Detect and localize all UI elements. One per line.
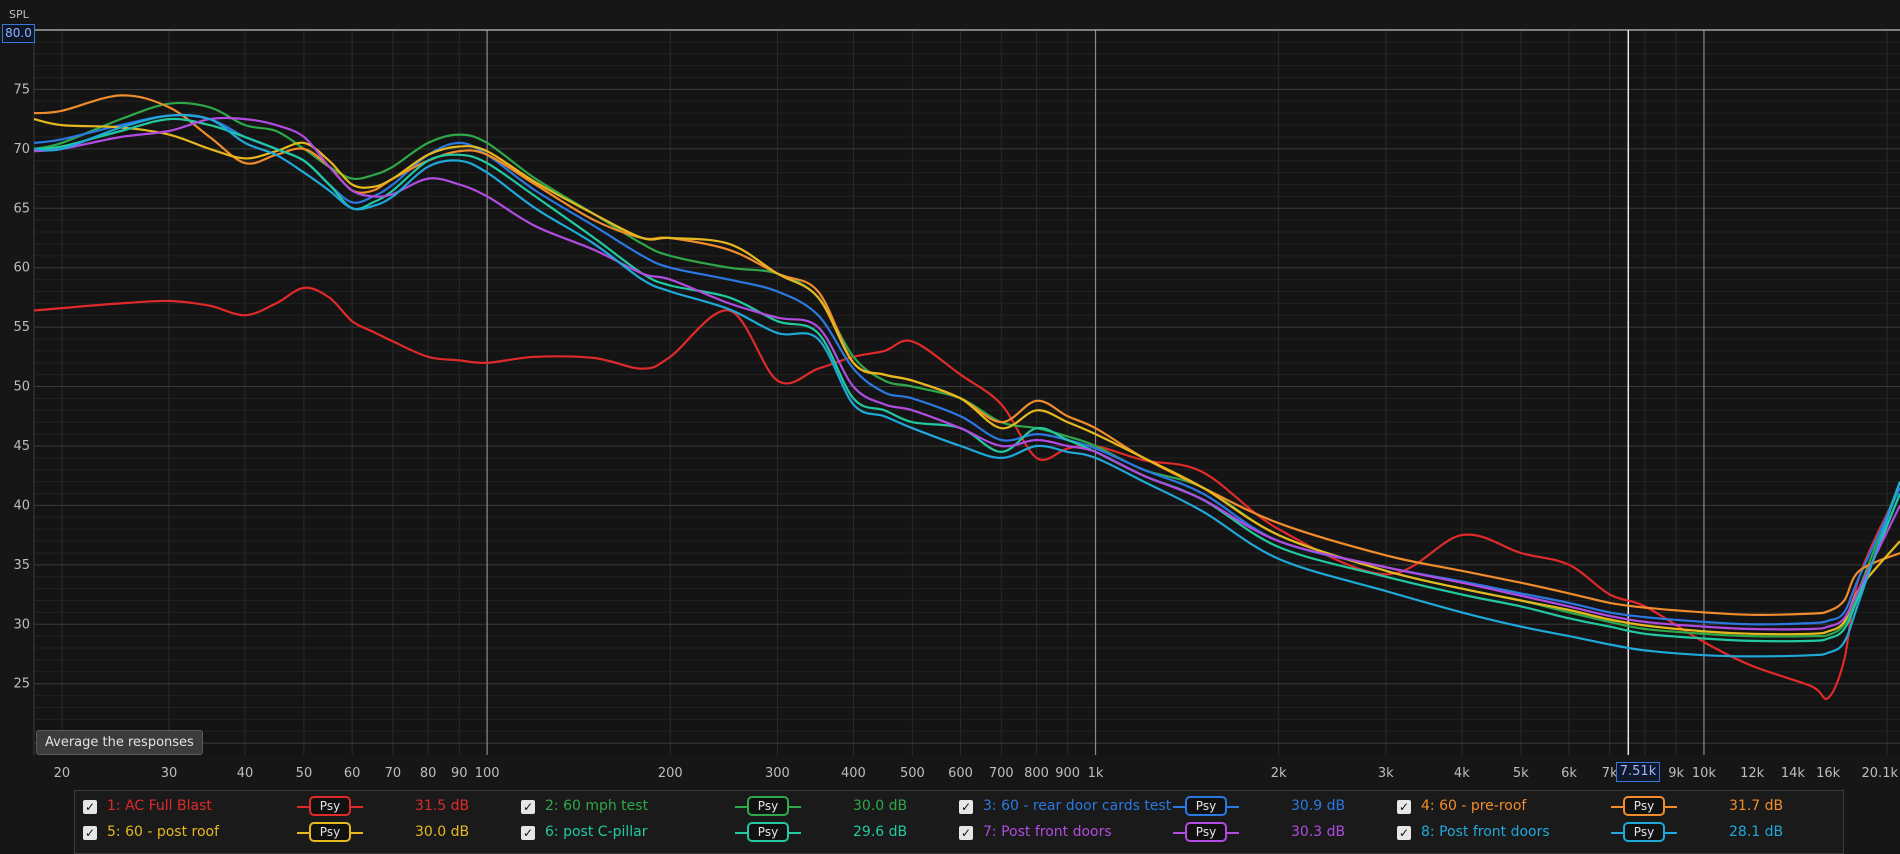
x-tick-label: 90	[451, 766, 468, 781]
legend-series-name[interactable]: 3: 60 - rear door cards test	[983, 798, 1171, 814]
legend-checkbox-1[interactable]: ✓	[83, 800, 97, 814]
legend-series-name[interactable]: 2: 60 mph test	[545, 798, 648, 814]
x-tick-label: 50	[296, 766, 313, 781]
legend-checkbox-8[interactable]: ✓	[1397, 826, 1411, 840]
x-tick-label: 6k	[1561, 766, 1577, 781]
psy-smoothing-button[interactable]: Psy	[747, 796, 789, 816]
x-tick-label: 5k	[1513, 766, 1529, 781]
legend-db-value: 31.5 dB	[415, 798, 470, 814]
legend-entry-7: ✓ 7: Post front doors Psy 30.3 dB	[951, 821, 1389, 845]
x-tick-label: 14k	[1781, 766, 1806, 781]
legend-entry-5: ✓ 5: 60 - post roof Psy 30.0 dB	[75, 821, 513, 845]
y-tick-label: 30	[13, 617, 30, 632]
x-tick-label: 9k	[1668, 766, 1684, 781]
frequency-response-chart[interactable]: 25 30 35 40 45 50 55 60 65 70 75 20 30 40 50 60 70 80 90 10…	[0, 0, 1900, 790]
psy-smoothing-button[interactable]: Psy	[1185, 796, 1227, 816]
legend-series-name[interactable]: 5: 60 - post roof	[107, 824, 219, 840]
x-tick-label: 200	[658, 766, 683, 781]
y-tick-label: 25	[13, 677, 30, 692]
legend-series-name[interactable]: 4: 60 - pre-roof	[1421, 798, 1526, 814]
legend-line-swatch-right	[349, 806, 363, 808]
x-tick-label: 16k	[1816, 766, 1841, 781]
legend-line-swatch-right	[349, 832, 363, 834]
y-tick-label: 65	[13, 201, 30, 216]
x-tick-label: 600	[948, 766, 973, 781]
legend-series-name[interactable]: 7: Post front doors	[983, 824, 1112, 840]
x-tick-label: 1k	[1088, 766, 1104, 781]
y-tick-label: 45	[13, 439, 30, 454]
legend-line-swatch-right	[787, 806, 801, 808]
y-tick-label: 75	[13, 82, 30, 97]
x-tick-label: 10k	[1692, 766, 1717, 781]
y-tick-label: 60	[13, 261, 30, 276]
y-tick-label: 50	[13, 380, 30, 395]
legend-line-swatch-right	[787, 832, 801, 834]
legend-db-value: 28.1 dB	[1729, 824, 1784, 840]
y-axis-max-input[interactable]: 80.0	[2, 24, 35, 43]
psy-smoothing-button[interactable]: Psy	[1185, 822, 1227, 842]
legend-checkbox-3[interactable]: ✓	[959, 800, 973, 814]
psy-smoothing-button[interactable]: Psy	[1623, 822, 1665, 842]
y-tick-label: 55	[13, 320, 30, 335]
x-tick-label: 30	[161, 766, 178, 781]
legend-entry-4: ✓ 4: 60 - pre-roof Psy 31.7 dB	[1389, 795, 1827, 819]
psy-smoothing-button[interactable]: Psy	[1623, 796, 1665, 816]
x-tick-label: 20.1k	[1862, 766, 1899, 781]
x-tick-label: 300	[765, 766, 790, 781]
legend-checkbox-2[interactable]: ✓	[521, 800, 535, 814]
x-tick-label: 2k	[1271, 766, 1287, 781]
legend-db-value: 31.7 dB	[1729, 798, 1784, 814]
legend-db-value: 29.6 dB	[853, 824, 908, 840]
x-tick-label: 3k	[1378, 766, 1394, 781]
legend-checkbox-6[interactable]: ✓	[521, 826, 535, 840]
legend-checkbox-5[interactable]: ✓	[83, 826, 97, 840]
legend-line-swatch-right	[1225, 806, 1239, 808]
legend-checkbox-7[interactable]: ✓	[959, 826, 973, 840]
legend-db-value: 30.0 dB	[415, 824, 470, 840]
legend-entry-2: ✓ 2: 60 mph test Psy 30.0 dB	[513, 795, 951, 819]
legend-panel: ✓ 1: AC Full Blast Psy 31.5 dB ✓ 2: 60 mph te…	[74, 790, 1844, 854]
psy-smoothing-button[interactable]: Psy	[747, 822, 789, 842]
legend-db-value: 30.3 dB	[1291, 824, 1346, 840]
legend-series-name[interactable]: 6: post C-pillar	[545, 824, 647, 840]
x-tick-label: 900	[1055, 766, 1080, 781]
x-tick-label: 80	[420, 766, 437, 781]
x-tick-label: 20	[54, 766, 71, 781]
legend-db-value: 30.9 dB	[1291, 798, 1346, 814]
psy-smoothing-button[interactable]: Psy	[309, 822, 351, 842]
x-tick-label: 700	[989, 766, 1014, 781]
legend-series-name[interactable]: 1: AC Full Blast	[107, 798, 212, 814]
legend-db-value: 30.0 dB	[853, 798, 908, 814]
legend-entry-1: ✓ 1: AC Full Blast Psy 31.5 dB	[75, 795, 513, 819]
x-tick-label: 70	[385, 766, 402, 781]
legend-line-swatch-right	[1225, 832, 1239, 834]
y-axis-title: SPL	[9, 8, 29, 21]
y-tick-label: 40	[13, 498, 30, 513]
average-responses-button[interactable]: Average the responses	[36, 730, 203, 755]
legend-checkbox-4[interactable]: ✓	[1397, 800, 1411, 814]
y-tick-label: 70	[13, 142, 30, 157]
x-tick-label: 40	[237, 766, 254, 781]
x-tick-label: 800	[1024, 766, 1049, 781]
legend-series-name[interactable]: 8: Post front doors	[1421, 824, 1550, 840]
x-tick-label: 100	[475, 766, 500, 781]
legend-line-swatch-right	[1663, 832, 1677, 834]
legend-entry-6: ✓ 6: post C-pillar Psy 29.6 dB	[513, 821, 951, 845]
legend-entry-3: ✓ 3: 60 - rear door cards test Psy 30.9 dB	[951, 795, 1389, 819]
x-tick-label: 4k	[1454, 766, 1470, 781]
x-tick-label: 12k	[1740, 766, 1765, 781]
psy-smoothing-button[interactable]: Psy	[309, 796, 351, 816]
legend-line-swatch-right	[1663, 806, 1677, 808]
x-tick-label: 500	[900, 766, 925, 781]
x-tick-label: 400	[841, 766, 866, 781]
x-tick-label: 60	[344, 766, 361, 781]
cursor-frequency-readout: 7.51k	[1616, 762, 1660, 782]
y-tick-label: 35	[13, 558, 30, 573]
legend-entry-8: ✓ 8: Post front doors Psy 28.1 dB	[1389, 821, 1827, 845]
